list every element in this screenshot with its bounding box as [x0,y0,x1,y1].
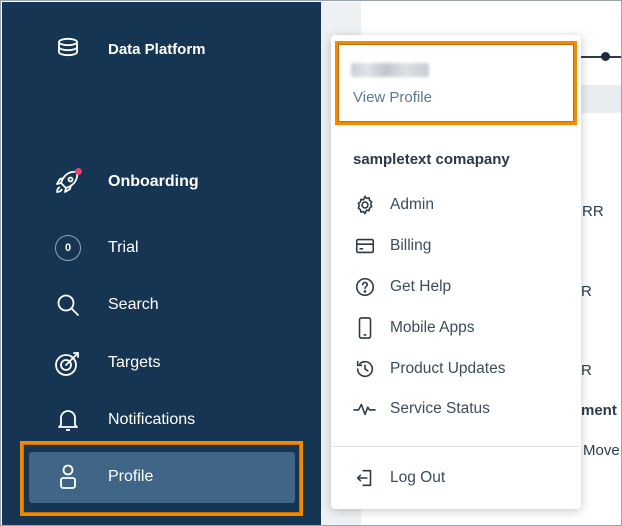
logout-icon [353,466,377,490]
history-icon [353,357,377,381]
sidebar-item-profile[interactable]: Profile [2,457,321,497]
menu-item-label: Mobile Apps [390,319,475,336]
menu-item-mobile-apps[interactable]: Mobile Apps [353,313,573,343]
bell-icon [52,404,84,436]
logout-button[interactable]: Log Out [353,463,573,493]
menu-item-label: Product Updates [390,360,506,377]
sidebar-item-trial[interactable]: 0 Trial [2,228,321,268]
target-icon [52,347,84,379]
bg-text-fragment: R [581,283,592,300]
company-name: sampletext comapany [353,151,510,168]
sidebar-item-label: Search [108,296,159,313]
user-header-highlight[interactable] [335,41,577,125]
sidebar-item-label: Trial [108,239,139,256]
menu-item-product-updates[interactable]: Product Updates [353,354,573,384]
sidebar-item-label: Notifications [108,411,196,428]
pulse-icon [353,397,377,421]
sidebar-item-label: Targets [108,354,161,371]
timeline-dot [601,52,610,61]
menu-item-service-status[interactable]: Service Status [353,394,573,424]
menu-item-label: Get Help [390,278,452,295]
search-icon [52,289,84,321]
database-icon [52,33,84,65]
menu-item-label: Service Status [390,400,490,417]
rocket-icon [52,166,84,198]
menu-item-get-help[interactable]: Get Help [353,272,573,302]
notification-dot [75,168,82,175]
gear-icon [353,193,377,217]
menu-item-label: Admin [390,196,434,213]
trial-counter: 0 [55,235,81,261]
menu-divider [331,446,581,447]
sidebar-item-label: Profile [108,468,154,485]
bg-text-fragment: Move [583,442,620,459]
trial-counter-icon: 0 [52,232,84,264]
bg-text-fragment: ment [581,402,617,419]
logout-label: Log Out [390,469,446,486]
bg-text-fragment: RR [582,203,604,220]
timeline-line [577,56,621,58]
view-profile-link[interactable]: View Profile [353,89,432,106]
menu-item-admin[interactable]: Admin [353,190,573,220]
brand-label: Data Platform [108,40,206,58]
credit-card-icon [353,234,377,258]
user-name-redacted [351,63,429,77]
sidebar-item-notifications[interactable]: Notifications [2,400,321,440]
user-icon [52,461,84,493]
sidebar-item-search[interactable]: Search [2,285,321,325]
menu-item-billing[interactable]: Billing [353,231,573,261]
sidebar-item-targets[interactable]: Targets [2,343,321,383]
sidebar-brand[interactable]: Data Platform [2,29,321,69]
mobile-phone-icon [353,316,377,340]
menu-item-label: Billing [390,237,432,254]
app-window: RR R R ment Move Data Platform Onboardin… [0,0,622,526]
sidebar-item-label: Onboarding [108,173,199,190]
help-icon [353,275,377,299]
bg-text-fragment: R [581,362,592,379]
sidebar-item-onboarding[interactable]: Onboarding [2,162,321,202]
